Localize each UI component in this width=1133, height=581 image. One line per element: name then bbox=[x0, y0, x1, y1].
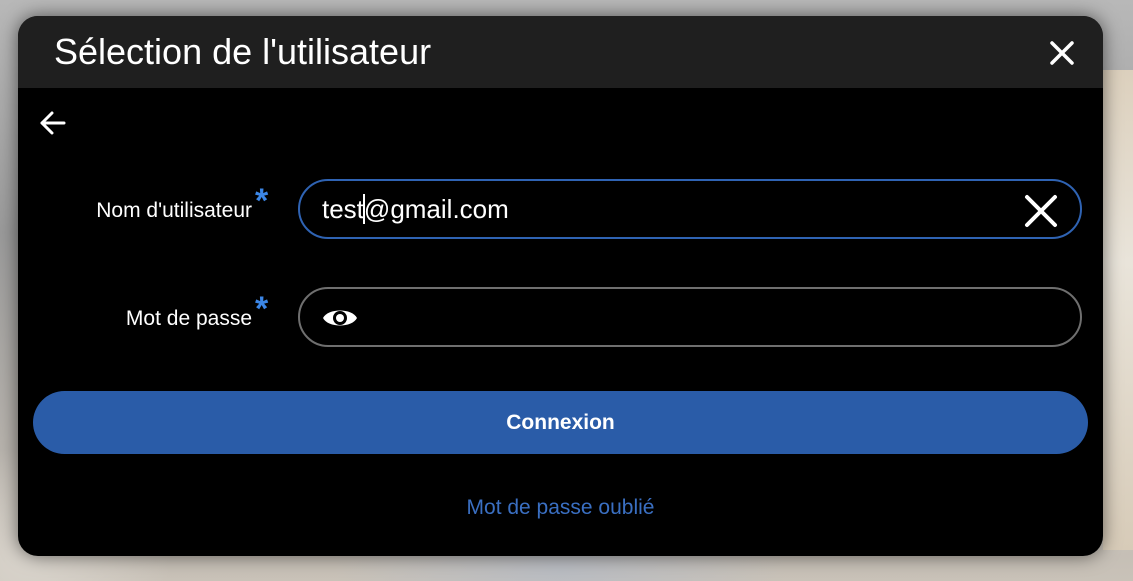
background-object bbox=[1103, 70, 1133, 550]
password-label: Mot de passe bbox=[125, 307, 252, 330]
close-button[interactable] bbox=[1047, 38, 1077, 68]
username-field[interactable]: test@gmail.com bbox=[298, 179, 1082, 239]
username-required-mark: * bbox=[255, 182, 269, 220]
back-button[interactable] bbox=[38, 108, 68, 138]
password-field[interactable] bbox=[298, 287, 1082, 347]
username-label: Nom d'utilisateur bbox=[96, 199, 252, 222]
username-value[interactable]: test@gmail.com bbox=[322, 194, 509, 225]
dialog-title: Sélection de l'utilisateur bbox=[54, 31, 432, 72]
user-selection-dialog: Sélection de l'utilisateur Nom d'utilisa… bbox=[18, 16, 1103, 556]
arrow-left-icon bbox=[40, 111, 66, 135]
show-password-button[interactable] bbox=[322, 305, 358, 331]
close-icon bbox=[1050, 41, 1074, 65]
login-button[interactable]: Connexion bbox=[33, 391, 1088, 454]
clear-icon bbox=[1025, 195, 1057, 227]
eye-icon bbox=[323, 310, 357, 326]
clear-username-button[interactable] bbox=[1024, 194, 1058, 228]
password-required-mark: * bbox=[255, 290, 269, 328]
dialog-header: Sélection de l'utilisateur bbox=[18, 16, 1103, 88]
forgot-password-link[interactable]: Mot de passe oublié bbox=[18, 496, 1103, 520]
